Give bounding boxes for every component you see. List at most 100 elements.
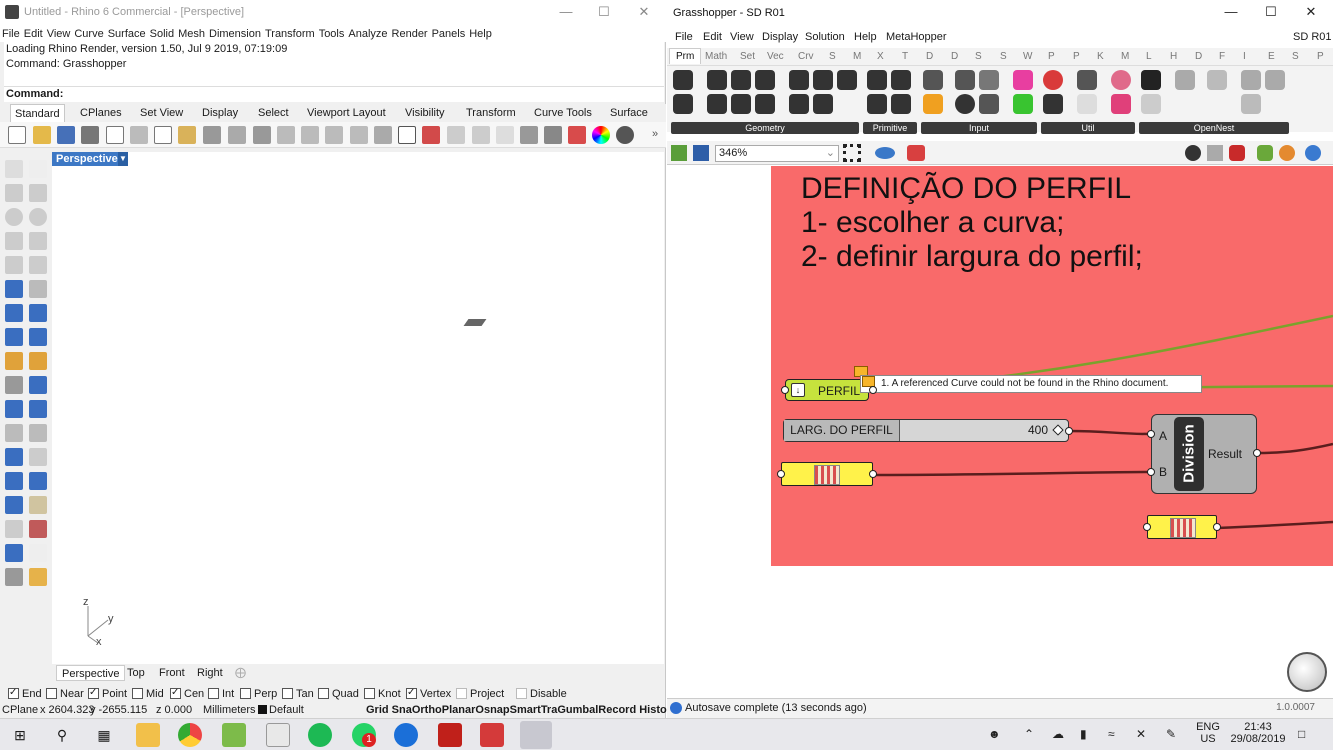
checkbox-icon[interactable] xyxy=(170,686,181,700)
save-icon[interactable] xyxy=(693,145,709,161)
param-icon[interactable] xyxy=(731,70,751,90)
ribbon-label[interactable]: Input xyxy=(921,122,1037,134)
tab-top[interactable]: Top xyxy=(122,665,150,681)
surface-icon[interactable] xyxy=(5,280,23,298)
output-grip[interactable] xyxy=(1253,449,1261,457)
drafting-icon[interactable] xyxy=(29,352,47,370)
cherry-icon[interactable] xyxy=(1043,70,1063,90)
render-tools-icon[interactable] xyxy=(5,352,23,370)
gh-menu-metahopper[interactable]: MetaHopper xyxy=(886,30,947,44)
fillet-icon[interactable] xyxy=(29,256,47,274)
properties-icon[interactable] xyxy=(5,568,23,586)
export-icon[interactable] xyxy=(106,126,124,144)
zoom-dropdown[interactable]: 346% ⌄ xyxy=(715,145,839,162)
osnap-point[interactable]: Point xyxy=(88,686,127,701)
status-toggles[interactable]: Grid SnaOrthoPlanarOsnapSmartTraGumbalRe… xyxy=(366,703,689,717)
open-folder-icon[interactable] xyxy=(33,126,51,144)
sourcetree-icon[interactable] xyxy=(222,723,246,747)
osnap-int[interactable]: Int xyxy=(208,687,234,701)
render-sphere-icon[interactable] xyxy=(616,126,634,144)
slack-icon[interactable] xyxy=(266,723,290,747)
gh-menu-display[interactable]: Display xyxy=(762,30,798,44)
mesh-icon[interactable] xyxy=(29,328,47,346)
gh-tab[interactable]: F xyxy=(1219,51,1225,62)
material-icon[interactable] xyxy=(568,126,586,144)
gh-tab[interactable]: P xyxy=(1048,51,1055,62)
lock-icon[interactable] xyxy=(544,126,562,144)
volume-icon[interactable]: ✕ xyxy=(1136,727,1146,741)
osnap-knot[interactable]: Knot xyxy=(364,687,401,701)
input-grip[interactable] xyxy=(777,470,785,478)
input-icon[interactable] xyxy=(955,70,975,90)
gh-tab-prm[interactable]: Prm xyxy=(669,48,702,64)
menu-analyze[interactable]: Analyze xyxy=(346,26,389,42)
task-view-icon[interactable]: ▦ xyxy=(92,723,116,747)
menu-transform[interactable]: Transform xyxy=(263,26,317,42)
point-icon[interactable] xyxy=(29,160,47,178)
panel-icon[interactable] xyxy=(979,94,999,114)
gradient-icon[interactable] xyxy=(1013,70,1033,90)
gh-tab[interactable]: P xyxy=(1317,51,1324,62)
param-icon[interactable] xyxy=(789,70,809,90)
save-icon[interactable] xyxy=(57,126,75,144)
tab-front[interactable]: Front xyxy=(154,665,190,681)
car-icon[interactable] xyxy=(422,126,440,144)
check-icon[interactable] xyxy=(29,544,47,562)
sketch-icon[interactable] xyxy=(907,145,925,161)
gh-canvas[interactable]: DEFINIÇÃO DO PERFIL 1- escolher a curva;… xyxy=(667,166,1333,698)
param-icon[interactable] xyxy=(755,70,775,90)
zoom-icon[interactable] xyxy=(277,126,295,144)
checkbox-icon[interactable] xyxy=(318,688,329,699)
display-settings-icon[interactable] xyxy=(1305,145,1321,161)
select-arrow-icon[interactable] xyxy=(5,160,23,178)
tab-curve-tools[interactable]: Curve Tools xyxy=(530,104,596,122)
text-icon[interactable] xyxy=(5,448,23,466)
gh-tab[interactable]: W xyxy=(1023,51,1032,62)
param-icon[interactable] xyxy=(673,94,693,114)
tab-display[interactable]: Display xyxy=(198,104,242,122)
rotate-icon[interactable] xyxy=(5,424,23,442)
menu-surface[interactable]: Surface xyxy=(106,26,148,42)
menu-mesh[interactable]: Mesh xyxy=(176,26,207,42)
arrow-outline-icon[interactable] xyxy=(1077,94,1097,114)
number-slider[interactable]: LARG. DO PERFIL 400 xyxy=(783,419,1069,442)
gh-tab[interactable]: D xyxy=(1195,51,1202,62)
ribbon-label[interactable]: Util xyxy=(1041,122,1135,134)
yellow-panel[interactable] xyxy=(781,462,873,486)
param-icon[interactable] xyxy=(731,94,751,114)
output-grip[interactable] xyxy=(869,470,877,478)
osnap-perp[interactable]: Perp xyxy=(240,687,277,701)
windows-start-icon[interactable]: ⊞ xyxy=(8,723,32,747)
clock[interactable]: 21:43 29/08/2019 xyxy=(1228,721,1288,745)
input-icon[interactable] xyxy=(979,70,999,90)
param-icon[interactable] xyxy=(673,70,693,90)
checkbox-icon[interactable] xyxy=(8,686,19,700)
people-icon[interactable]: ☻ xyxy=(988,727,1001,741)
osnap-project[interactable]: Project xyxy=(456,687,504,701)
checkbox-icon[interactable] xyxy=(456,688,467,699)
boolean-icon[interactable] xyxy=(5,400,23,418)
status-units[interactable]: Millimeters xyxy=(203,703,256,717)
tab-visibility[interactable]: Visibility xyxy=(401,104,449,122)
1password-icon[interactable] xyxy=(394,723,418,747)
box-shape-icon[interactable] xyxy=(1241,94,1261,114)
box-icon[interactable] xyxy=(5,304,23,322)
gh-tab[interactable]: L xyxy=(1146,51,1152,62)
menu-dimension[interactable]: Dimension xyxy=(207,26,263,42)
menu-render[interactable]: Render xyxy=(390,26,430,42)
input-grip[interactable] xyxy=(1147,430,1155,438)
toolbar-overflow-icon[interactable]: » xyxy=(652,128,658,140)
param-icon[interactable] xyxy=(755,94,775,114)
battery-icon[interactable]: ▮ xyxy=(1080,727,1087,741)
command-line[interactable]: Command: xyxy=(4,86,664,102)
toggle-icon[interactable] xyxy=(955,94,975,114)
settings-icon[interactable] xyxy=(1265,70,1285,90)
solid-tools-icon[interactable] xyxy=(29,304,47,322)
slider-grip-icon[interactable] xyxy=(1052,424,1064,436)
array-icon[interactable] xyxy=(5,472,23,490)
copy-icon[interactable] xyxy=(154,126,172,144)
gh-tab[interactable]: K xyxy=(1097,51,1104,62)
param-icon[interactable] xyxy=(867,94,887,114)
dimension-icon[interactable] xyxy=(29,376,47,394)
tray-chevron-icon[interactable]: ⌃ xyxy=(1024,727,1034,741)
